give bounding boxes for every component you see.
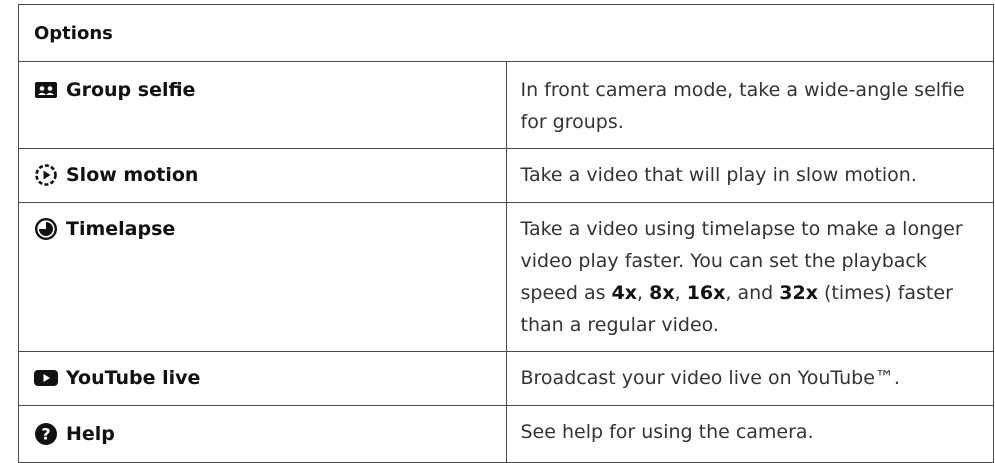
table-row-youtube-live: YouTube live Broadcast your video live o… (18, 351, 994, 406)
table-row-help: ? Help See help for using the camera. (18, 405, 994, 463)
option-name-cell: Timelapse (18, 202, 507, 352)
option-label: Slow motion (66, 164, 199, 186)
help-icon: ? (34, 422, 58, 446)
option-description-cell: See help for using the camera. (505, 405, 994, 463)
group-selfie-icon (34, 78, 58, 102)
table-row-timelapse: Timelapse Take a video using timelapse t… (18, 202, 994, 352)
slow-motion-icon (34, 163, 58, 187)
option-label: Help (66, 423, 115, 445)
option-label: YouTube live (66, 367, 201, 389)
option-description: Broadcast your video live on YouTube™. (520, 367, 900, 389)
option-description: Take a video using timelapse to make a l… (520, 218, 963, 336)
option-name-cell: YouTube live (18, 351, 507, 406)
option-name-cell: Group selfie (18, 61, 507, 149)
options-table: Options Group selfie In front camera mod… (18, 4, 994, 463)
option-name-cell: ? Help (18, 405, 507, 463)
option-label: Timelapse (66, 218, 176, 240)
option-description: Take a video that will play in slow moti… (520, 164, 917, 186)
option-description-cell: Take a video using timelapse to make a l… (505, 202, 994, 352)
option-label: Group selfie (66, 79, 196, 101)
option-description-cell: Take a video that will play in slow moti… (505, 148, 994, 203)
option-description: See help for using the camera. (520, 421, 814, 443)
timelapse-icon (34, 217, 58, 241)
option-description: In front camera mode, take a wide-angle … (520, 79, 965, 133)
option-description-cell: In front camera mode, take a wide-angle … (505, 61, 994, 149)
table-row-group-selfie: Group selfie In front camera mode, take … (18, 61, 994, 149)
svg-text:?: ? (41, 425, 50, 444)
table-row-slow-motion: Slow motion Take a video that will play … (18, 148, 994, 203)
table-header: Options (18, 4, 994, 62)
table-header-row: Options (18, 4, 994, 62)
option-name-cell: Slow motion (18, 148, 507, 203)
youtube-icon (34, 366, 58, 390)
option-description-cell: Broadcast your video live on YouTube™. (505, 351, 994, 406)
